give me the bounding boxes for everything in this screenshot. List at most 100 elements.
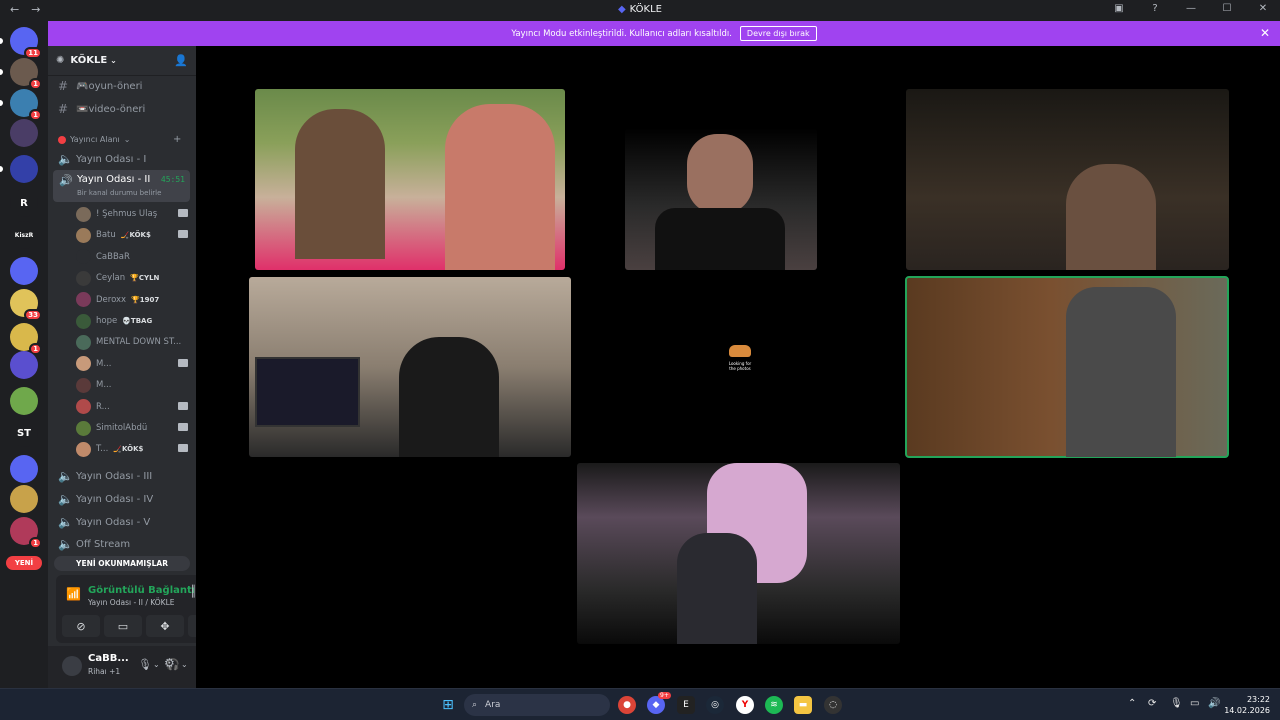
server-icon[interactable]: 33 bbox=[10, 289, 42, 321]
invite-icon[interactable]: 👤 bbox=[174, 54, 188, 67]
server-icon[interactable] bbox=[10, 351, 38, 379]
server-icon[interactable] bbox=[10, 485, 38, 513]
server-icon[interactable]: R bbox=[10, 189, 38, 217]
chevron-down-icon[interactable]: ⌄ bbox=[153, 660, 160, 669]
microphone-icon[interactable]: 🎙 bbox=[138, 658, 152, 671]
activities-button[interactable]: ✥ bbox=[146, 615, 184, 637]
video-tile-7[interactable] bbox=[577, 463, 900, 644]
voice-channel-2-active[interactable]: 🔊 Yayın Odası - II 45:51 Bir kanal durum… bbox=[53, 170, 190, 202]
file-explorer-icon[interactable]: ▬ bbox=[794, 696, 812, 714]
member-tag: 🏒KÖK$ bbox=[113, 445, 144, 454]
channel-status[interactable]: Bir kanal durumu belirle bbox=[77, 189, 161, 197]
activities-icon: ✥ bbox=[160, 619, 170, 633]
server-initials: R bbox=[20, 197, 28, 209]
category-yayinci-alani[interactable]: Yayıncı Alanı ⌄ + bbox=[58, 134, 188, 145]
microphone-tray-icon[interactable]: 🎙 bbox=[1170, 698, 1183, 709]
channel-oyun-oneri[interactable]: # 🎮oyun-öneri bbox=[58, 79, 142, 93]
maximize-icon[interactable]: ☐ bbox=[1220, 3, 1234, 14]
unread-pill bbox=[0, 100, 3, 106]
member-name: ! Şehmus Ulaş bbox=[96, 209, 158, 219]
spotify-icon[interactable]: ≋ bbox=[765, 696, 783, 714]
chevron-down-icon[interactable]: ⌄ bbox=[181, 660, 188, 669]
app-icon[interactable]: ◌ bbox=[824, 696, 842, 714]
camera-off-button[interactable]: ⊘ bbox=[62, 615, 100, 637]
server-icon[interactable] bbox=[10, 387, 38, 415]
video-tile-6-speaking[interactable] bbox=[905, 276, 1229, 458]
close-window-icon[interactable]: ✕ bbox=[1256, 3, 1270, 14]
start-icon[interactable]: ⊞ bbox=[439, 696, 457, 714]
video-tile-1[interactable] bbox=[255, 89, 565, 270]
help-icon[interactable]: ? bbox=[1148, 3, 1162, 14]
avatar bbox=[76, 334, 91, 350]
voice-member[interactable]: SimitolAbdü bbox=[76, 419, 188, 437]
camera-icon bbox=[178, 401, 188, 410]
username[interactable]: CaBB... bbox=[88, 653, 129, 664]
clock-time: 23:22 bbox=[1246, 695, 1270, 704]
camera-icon bbox=[178, 209, 188, 217]
display-icon[interactable]: ▭ bbox=[1190, 698, 1199, 709]
server-header[interactable]: ✺ KÖKLE ⌄ 👤 bbox=[48, 46, 196, 76]
voice-member[interactable]: Batu 🏒KÖK$ bbox=[76, 226, 188, 244]
avatar bbox=[76, 270, 91, 286]
avatar bbox=[76, 377, 91, 393]
tray-chevron-icon[interactable]: ⌃ bbox=[1128, 698, 1136, 709]
voice-member[interactable]: CaBBaR bbox=[76, 248, 188, 266]
channel-label: Yayın Odası - III bbox=[76, 470, 153, 482]
disable-streamer-mode-button[interactable]: Devre dışı bırak bbox=[739, 26, 817, 41]
voice-member[interactable]: T... 🏒KÖK$ bbox=[76, 440, 188, 458]
voice-member[interactable]: hope 💀TBAG bbox=[76, 312, 188, 330]
server-icon[interactable] bbox=[10, 257, 38, 285]
minimize-icon[interactable]: — bbox=[1184, 3, 1198, 14]
server-gear-icon: ✺ bbox=[56, 55, 65, 66]
voice-member[interactable]: M... bbox=[76, 355, 188, 373]
server-icon[interactable] bbox=[10, 119, 38, 147]
speaker-icon: 🔈 bbox=[58, 492, 73, 506]
server-icon[interactable]: 1 bbox=[10, 89, 42, 121]
volume-icon[interactable]: 🔊 bbox=[1208, 698, 1220, 709]
voice-member[interactable]: R... bbox=[76, 398, 188, 416]
video-tile-2[interactable] bbox=[625, 128, 817, 270]
server-icon[interactable]: 11 bbox=[10, 27, 42, 59]
server-icon[interactable] bbox=[10, 455, 38, 483]
epic-games-icon[interactable]: E bbox=[677, 696, 695, 714]
voice-channel-off-stream[interactable]: 🔈 Off Stream bbox=[58, 537, 130, 551]
channel-label: Yayın Odası - I bbox=[76, 153, 147, 165]
video-tile-3[interactable] bbox=[906, 89, 1229, 270]
server-icon[interactable]: ST bbox=[10, 419, 38, 447]
banner-close-icon[interactable]: ✕ bbox=[1260, 26, 1270, 40]
avatar[interactable] bbox=[62, 656, 82, 676]
steam-icon[interactable]: ◎ bbox=[706, 696, 724, 714]
server-icon[interactable]: 1 bbox=[10, 517, 42, 549]
settings-gear-icon[interactable]: ⚙ bbox=[164, 656, 175, 670]
server-icon[interactable]: 1 bbox=[10, 58, 42, 90]
chevron-down-icon: ⌄ bbox=[110, 56, 117, 65]
signal-icon[interactable]: 📶 bbox=[66, 587, 81, 601]
new-unreads-button[interactable]: YENİ OKUNMAMIŞLAR bbox=[54, 556, 190, 571]
voice-channel-3[interactable]: 🔈 Yayın Odası - III bbox=[58, 469, 152, 483]
channel-label: Yayın Odası - II bbox=[77, 174, 151, 185]
taskbar-search[interactable]: ⌕ Ara bbox=[464, 694, 610, 716]
search-icon: ⌕ bbox=[472, 700, 478, 710]
chrome-icon[interactable]: ● bbox=[618, 696, 636, 714]
voice-channel-4[interactable]: 🔈 Yayın Odası - IV bbox=[58, 492, 153, 506]
voice-member[interactable]: ! Şehmus Ulaş bbox=[76, 205, 188, 223]
server-icon[interactable] bbox=[10, 155, 38, 183]
new-badge[interactable]: YENİ bbox=[6, 556, 42, 570]
voice-member[interactable]: Ceylan 🏆CYLN bbox=[76, 269, 188, 287]
channel-video-oneri[interactable]: # 📼video-öneri bbox=[58, 102, 145, 116]
yandex-icon[interactable]: Y bbox=[736, 696, 754, 714]
voice-status-subtitle[interactable]: Yayın Odası - II / KÖKLE bbox=[88, 598, 175, 607]
server-icon[interactable]: KiszR bbox=[10, 221, 38, 249]
voice-member[interactable]: M... bbox=[76, 376, 188, 394]
voice-member[interactable]: MENTAL DOWN ST... bbox=[76, 333, 188, 351]
voice-member[interactable]: Deroxx 🏆1907 bbox=[76, 291, 188, 309]
server-icon[interactable]: 1 bbox=[10, 323, 42, 355]
video-tile-4[interactable] bbox=[249, 277, 571, 457]
screen-share-button[interactable]: ▭ bbox=[104, 615, 142, 637]
add-channel-icon[interactable]: + bbox=[173, 134, 181, 145]
inbox-icon[interactable]: ▣ bbox=[1112, 3, 1126, 14]
sync-icon[interactable]: ⟳ bbox=[1148, 698, 1156, 709]
voice-channel-5[interactable]: 🔈 Yayın Odası - V bbox=[58, 515, 150, 529]
voice-channel-1[interactable]: 🔈 Yayın Odası - I bbox=[58, 152, 146, 166]
taskbar-clock[interactable]: 23:22 14.02.2026 bbox=[1224, 694, 1270, 716]
